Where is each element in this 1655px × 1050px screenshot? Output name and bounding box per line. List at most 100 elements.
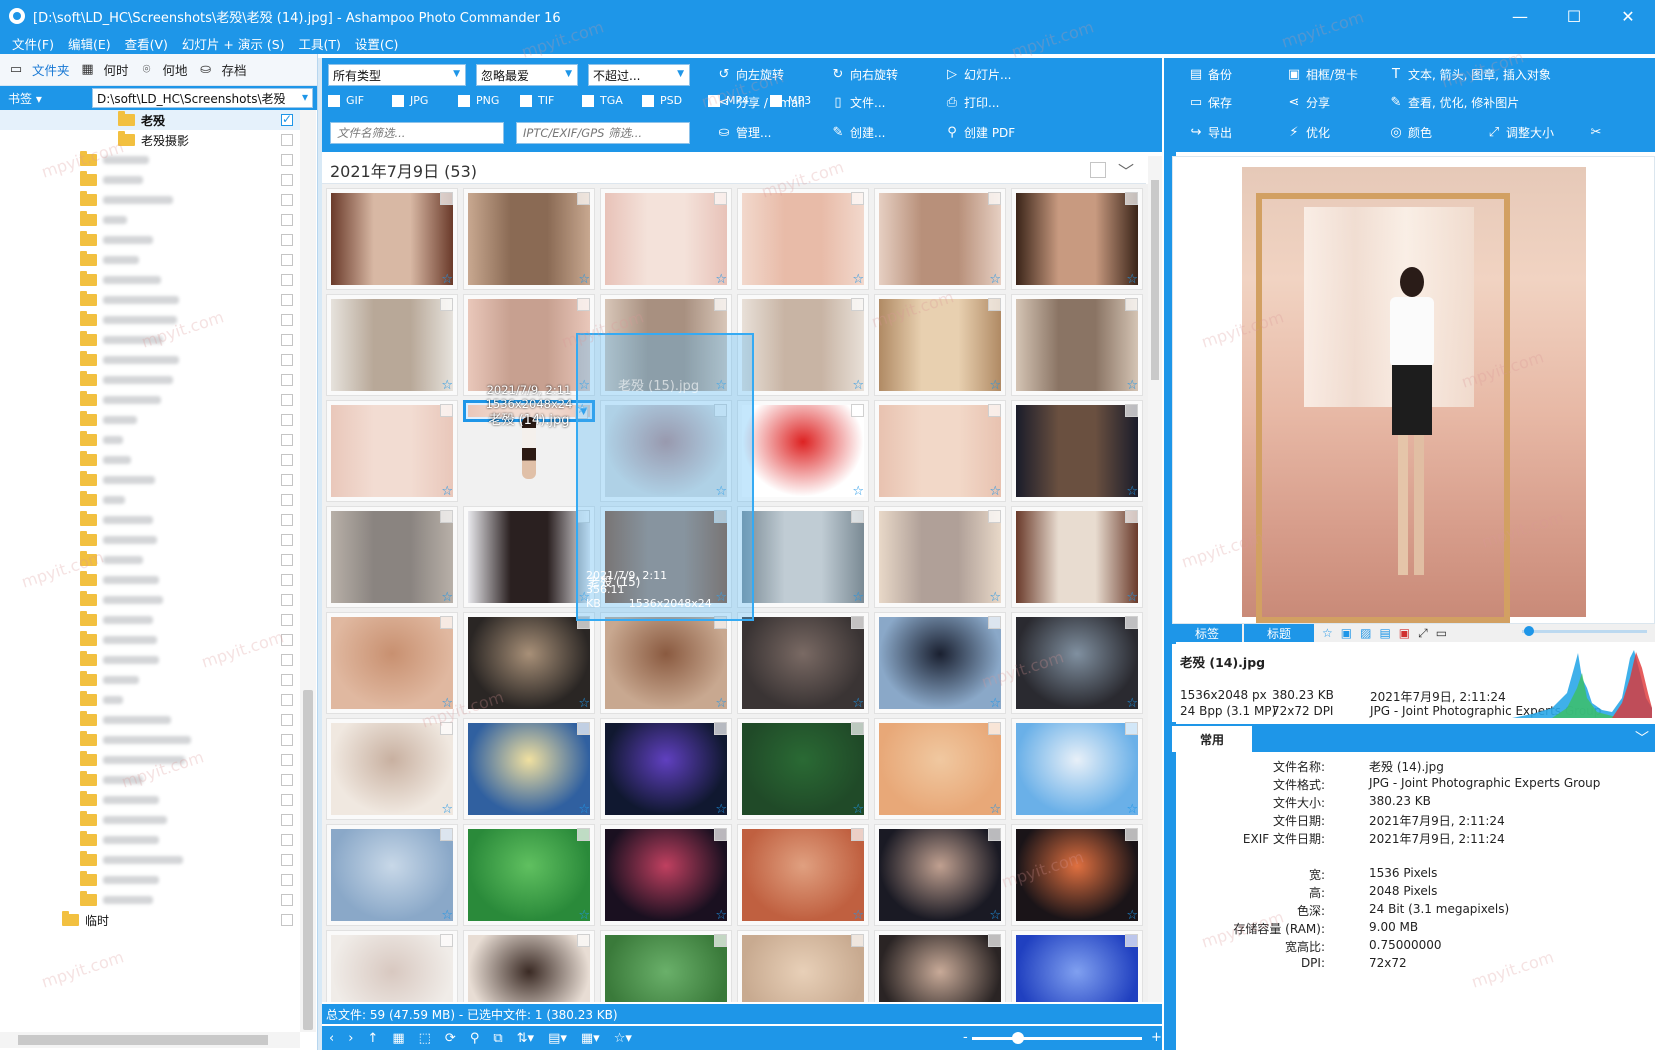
tree-item[interactable] (0, 770, 300, 790)
thumbnail[interactable]: ☆ (1011, 188, 1143, 290)
tree-item[interactable] (0, 490, 300, 510)
grid-view-icon[interactable]: ▦▾ (581, 1031, 600, 1046)
tree-item[interactable] (0, 570, 300, 590)
tree-item[interactable] (0, 710, 300, 730)
tree-item-checkbox[interactable] (281, 154, 293, 166)
star-icon[interactable]: ☆ (852, 908, 864, 923)
preview-zoom-slider[interactable] (1522, 626, 1647, 636)
minimize-icon[interactable]: — (1493, 0, 1547, 32)
tree-item-checkbox[interactable] (281, 194, 293, 206)
zoom-in-icon[interactable]: + (1151, 1030, 1162, 1045)
tree-item[interactable] (0, 270, 300, 290)
thumbnail-checkbox[interactable] (440, 934, 453, 947)
group-checkbox[interactable] (1090, 162, 1106, 178)
type-checkbox-tif[interactable]: TIF (520, 94, 554, 107)
close-icon[interactable]: ✕ (1601, 0, 1655, 32)
thumbnail-checkbox[interactable] (988, 192, 1001, 205)
star-icon[interactable]: ☆ (1126, 802, 1138, 817)
sort-icon[interactable]: ⇅▾ (517, 1031, 534, 1046)
tree-item[interactable] (0, 690, 300, 710)
tab-title[interactable]: 标题 (1244, 624, 1314, 642)
thumbnail[interactable]: ☆ (463, 824, 595, 926)
thumbnail[interactable]: ☆ (737, 930, 869, 1002)
thumbnail[interactable]: ☆ (1011, 930, 1143, 1002)
star-icon[interactable]: ☆ (852, 590, 864, 605)
favorite-select[interactable]: 忽略最爱 (476, 64, 578, 86)
thumbnail-checkbox[interactable] (714, 934, 727, 947)
star-icon[interactable]: ☆ (1126, 484, 1138, 499)
export-button[interactable]: ↪ 导出 (1188, 124, 1232, 141)
tree-item[interactable] (0, 850, 300, 870)
thumbnail[interactable]: ☆ (737, 400, 869, 502)
limit-select[interactable]: 不超过... (588, 64, 690, 86)
thumbnail[interactable]: ☆ (326, 294, 458, 396)
tree-item-checkbox[interactable] (281, 112, 293, 126)
tree-item-checkbox[interactable] (281, 654, 293, 666)
star-icon[interactable]: ☆ (989, 272, 1001, 287)
tree-item[interactable]: 临时 (0, 910, 300, 930)
thumbnail-checkbox[interactable] (851, 404, 864, 417)
thumbnail[interactable]: ☆ (1011, 612, 1143, 714)
thumbnail[interactable]: ☆ (1011, 718, 1143, 820)
tree-item-checkbox[interactable] (281, 274, 293, 286)
tree-item[interactable] (0, 310, 300, 330)
file-button[interactable]: ▯ 文件... (830, 94, 885, 111)
menu-file[interactable]: 文件(F) (12, 34, 54, 53)
thumbnail-checkbox[interactable] (714, 298, 727, 311)
save-button[interactable]: ▭ 保存 (1188, 94, 1232, 111)
thumbnail[interactable]: ☆ (326, 506, 458, 608)
text-objects-button[interactable]: T 文本, 箭头, 图章, 插入对象 (1388, 66, 1551, 83)
thumbnail-checkbox[interactable] (988, 404, 1001, 417)
type-checkbox-tga[interactable]: TGA (582, 94, 623, 107)
tree-item[interactable] (0, 810, 300, 830)
menu-settings[interactable]: 设置(C) (355, 34, 398, 53)
star-icon[interactable]: ☆ (441, 272, 453, 287)
tree-item-checkbox[interactable] (281, 794, 293, 806)
thumbnail[interactable]: ☆ (874, 718, 1006, 820)
thumbnail[interactable]: ☆ (737, 294, 869, 396)
star-filter-icon[interactable]: ☆▾ (614, 1031, 632, 1046)
thumbnail-checkbox[interactable] (851, 722, 864, 735)
share-email-button[interactable]: ⋖ 分享 / Email (716, 94, 805, 111)
thumbnail-checkbox[interactable] (1125, 192, 1138, 205)
tree-item-checkbox[interactable] (281, 474, 293, 486)
tree-item[interactable] (0, 330, 300, 350)
thumbnail-checkbox[interactable] (577, 298, 590, 311)
thumbnail-checkbox[interactable] (1125, 934, 1138, 947)
thumbnail-checkbox[interactable] (988, 616, 1001, 629)
thumbnail[interactable]: ☆ (737, 718, 869, 820)
thumbnail-checkbox[interactable] (440, 192, 453, 205)
star-icon[interactable]: ☆ (441, 908, 453, 923)
tab-archive[interactable]: ⛀ 存档 (198, 60, 246, 79)
tree-item[interactable] (0, 890, 300, 910)
thumbnail[interactable]: ☆ (1011, 824, 1143, 926)
star-icon[interactable]: ☆ (989, 378, 1001, 393)
thumbnail-checkbox[interactable] (714, 828, 727, 841)
search-icon[interactable]: ⚲ (470, 1031, 480, 1046)
tree-item-checkbox[interactable] (281, 174, 293, 186)
tree-item-checkbox[interactable] (281, 434, 293, 446)
tree-item-checkbox[interactable] (281, 814, 293, 826)
tree-item-checkbox[interactable] (281, 254, 293, 266)
tab-tags[interactable]: 标签 (1172, 624, 1242, 642)
tree-item[interactable] (0, 510, 300, 530)
new-window-icon[interactable]: ⧉ (493, 1031, 502, 1046)
tree-item[interactable] (0, 830, 300, 850)
thumbnail-checkbox[interactable] (577, 722, 590, 735)
checkbox-box[interactable] (458, 94, 470, 107)
zoom-slider-knob[interactable] (1012, 1032, 1024, 1044)
star-icon[interactable]: ☆ (578, 908, 590, 923)
thumbnail[interactable]: ☆ (874, 824, 1006, 926)
star-icon[interactable]: ☆ (852, 696, 864, 711)
star-icon[interactable]: ☆ (852, 802, 864, 817)
type-checkbox-png[interactable]: PNG (458, 94, 499, 107)
iptc-filter-input[interactable]: IPTC/EXIF/GPS 筛选... (516, 122, 690, 144)
tree-item-checkbox[interactable] (281, 454, 293, 466)
tab-folders[interactable]: ▭ 文件夹 (8, 60, 70, 79)
thumbnail[interactable]: ☆ (874, 400, 1006, 502)
tree-item-checkbox[interactable] (281, 534, 293, 546)
thumbnail-checkbox[interactable] (1125, 510, 1138, 523)
tree-item-checkbox[interactable] (281, 314, 293, 326)
image-icon[interactable]: ▣ (1341, 626, 1352, 640)
thumbnail-checkbox[interactable] (988, 934, 1001, 947)
